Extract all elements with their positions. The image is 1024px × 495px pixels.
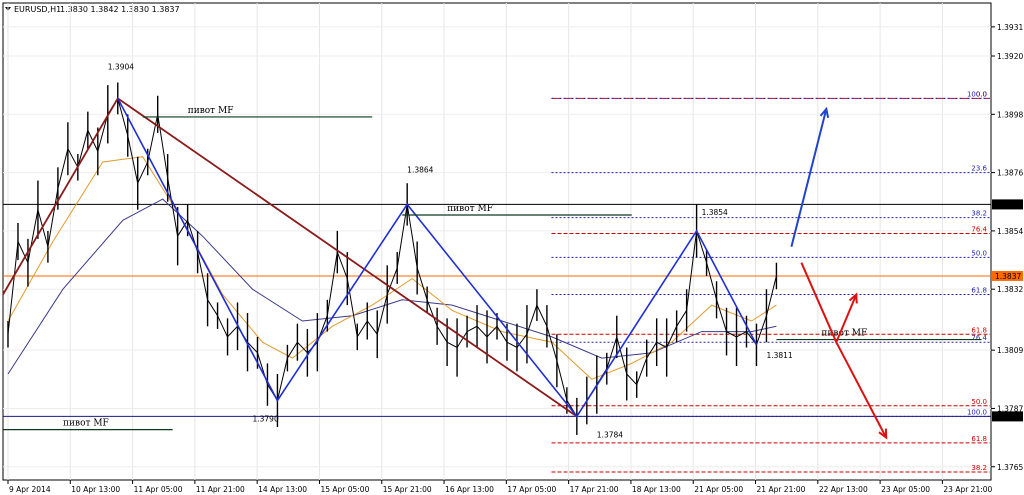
pivot-label: пивот MF: [821, 329, 867, 339]
symbol-label: EURUSD,H1: [14, 5, 61, 14]
x-tick-label: 11 Apr 21:00: [196, 485, 245, 494]
y-tick-label: 1.3809: [997, 346, 1023, 355]
x-tick-label: 15 Apr 21:00: [383, 485, 432, 494]
price-annotation: 1.3904: [108, 62, 134, 71]
fib-level-label: 50.0: [971, 398, 987, 406]
fib-level-label: 61.8: [971, 326, 987, 334]
quote-label: 1.3830 1.3842 1.3830 1.3837: [60, 5, 180, 14]
y-tick-label: 1.3931: [997, 23, 1023, 32]
x-tick-label: 23 Apr 21:00: [943, 485, 992, 494]
price-chart[interactable]: EURUSD,H1 1.3830 1.3842 1.3830 1.3837 0.…: [0, 0, 1024, 495]
chart-window: EURUSD,H1 1.3830 1.3842 1.3830 1.3837 0.…: [0, 0, 1024, 495]
x-tick-label: 9 Apr 2014: [9, 485, 51, 494]
price-annotation: 1.3790: [252, 415, 278, 424]
x-tick-label: 10 Apr 13:00: [71, 485, 120, 494]
pivot-label: пивот MF: [188, 106, 234, 116]
price-annotation: 1.3854: [702, 208, 728, 217]
price-annotation: 1.3864: [407, 166, 433, 175]
x-tick-label: 15 Apr 05:00: [320, 485, 369, 494]
y-tick-label: 1.3898: [997, 110, 1023, 119]
x-tick-label: 14 Apr 13:00: [258, 485, 307, 494]
y-tick-label: 1.3854: [997, 227, 1023, 236]
x-tick-label: 22 Apr 13:00: [819, 485, 868, 494]
fib-level-label: 23.6: [971, 165, 987, 173]
x-tick-label: 16 Apr 13:00: [445, 485, 494, 494]
fib-level-label: 38.2: [971, 210, 987, 218]
y-tick-label: 1.3876: [997, 169, 1023, 178]
x-tick-label: 11 Apr 05:00: [134, 485, 183, 494]
x-tick-label: 21 Apr 21:00: [757, 485, 806, 494]
fib-level-label: 100.0: [967, 408, 987, 416]
x-tick-label: 18 Apr 13:00: [632, 485, 681, 494]
y-tick-label: 1.3920: [997, 52, 1023, 61]
current-price-tag-label: 1.3837: [995, 272, 1021, 281]
level-1784-tag-label: 1.3784: [995, 412, 1021, 421]
y-tick-label: 1.3765: [997, 463, 1023, 472]
fib-level-label: 76.4: [971, 226, 987, 234]
pivot-label: пивот MF: [447, 204, 493, 214]
level-1864-tag-label: 1.3864: [995, 200, 1021, 209]
x-tick-label: 23 Apr 05:00: [881, 485, 930, 494]
x-tick-label: 17 Apr 05:00: [507, 485, 556, 494]
fib-level-label: 61.8: [971, 287, 987, 295]
fib-level-label: 50.0: [971, 249, 987, 257]
x-tick-label: 21 Apr 05:00: [694, 485, 743, 494]
fib-level-label: 76.4: [971, 334, 987, 342]
pivot-label: пивот MF: [63, 419, 109, 429]
y-tick-label: 1.3832: [997, 285, 1023, 294]
fib-level-label: 100.0: [967, 90, 987, 98]
price-annotation: 1.3811: [766, 351, 792, 360]
price-annotation: 1.3784: [597, 431, 623, 440]
fib-level-label: 61.8: [971, 435, 987, 443]
fib-level-label: 38.2: [971, 464, 987, 472]
x-tick-label: 17 Apr 21:00: [570, 485, 619, 494]
